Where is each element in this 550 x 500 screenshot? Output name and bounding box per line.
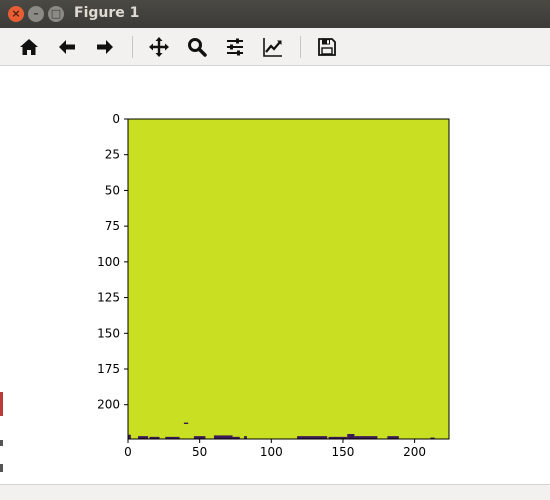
background-window-fragment [0, 392, 3, 416]
home-icon [20, 39, 38, 55]
pan-button[interactable] [146, 34, 172, 60]
home-button[interactable] [16, 34, 42, 60]
x-tick-label: 0 [124, 445, 132, 459]
window-titlebar: × – □ Figure 1 [0, 0, 550, 28]
save-floppy-icon [318, 38, 336, 56]
back-arrow-icon [59, 40, 75, 54]
y-tick-label: 125 [97, 291, 120, 305]
image-background [128, 119, 449, 439]
back-button[interactable] [54, 34, 80, 60]
zoom-button[interactable] [184, 34, 210, 60]
y-tick-label: 100 [97, 255, 120, 269]
y-tick-label: 150 [97, 326, 120, 340]
zoom-magnifier-icon [188, 38, 207, 57]
background-window-edge [0, 392, 4, 482]
x-tick-label: 50 [192, 445, 207, 459]
configure-subplots-icon [227, 38, 243, 56]
edit-axis-button[interactable] [260, 34, 286, 60]
y-tick-label: 50 [105, 183, 120, 197]
y-tick-label: 200 [97, 398, 120, 412]
toolbar-separator [300, 36, 301, 58]
background-window-fragment [0, 464, 3, 472]
forward-button[interactable] [92, 34, 118, 60]
maximize-window-button[interactable]: □ [48, 6, 64, 22]
edit-axis-line-icon [263, 38, 282, 57]
y-tick-label: 175 [97, 362, 120, 376]
y-tick-label: 75 [105, 219, 120, 233]
y-tick-label: 25 [105, 148, 120, 162]
save-button[interactable] [314, 34, 340, 60]
background-window-fragment [0, 440, 3, 446]
x-tick-label: 200 [403, 445, 426, 459]
close-window-button[interactable]: × [8, 6, 24, 22]
window-title: Figure 1 [74, 5, 140, 21]
dark-pixel-region [213, 435, 233, 439]
x-tick-label: 100 [260, 445, 283, 459]
pan-move-icon [149, 37, 169, 57]
minimize-window-button[interactable]: – [28, 6, 44, 22]
x-tick-label: 150 [332, 445, 355, 459]
dark-pixel-region [347, 434, 355, 439]
dark-pixel-region [183, 422, 189, 424]
toolbar-separator [132, 36, 133, 58]
forward-arrow-icon [97, 40, 113, 54]
image-plot[interactable]: 0 50 100 150 200 0 25 50 75 100 125 150 175 200 [0, 66, 550, 484]
configure-subplots-button[interactable] [222, 34, 248, 60]
figure-canvas[interactable]: 0 50 100 150 200 0 25 50 75 100 125 150 175 200 [0, 66, 550, 484]
navigation-toolbar [0, 28, 550, 66]
y-tick-label: 0 [112, 112, 120, 126]
status-bar [0, 484, 550, 500]
